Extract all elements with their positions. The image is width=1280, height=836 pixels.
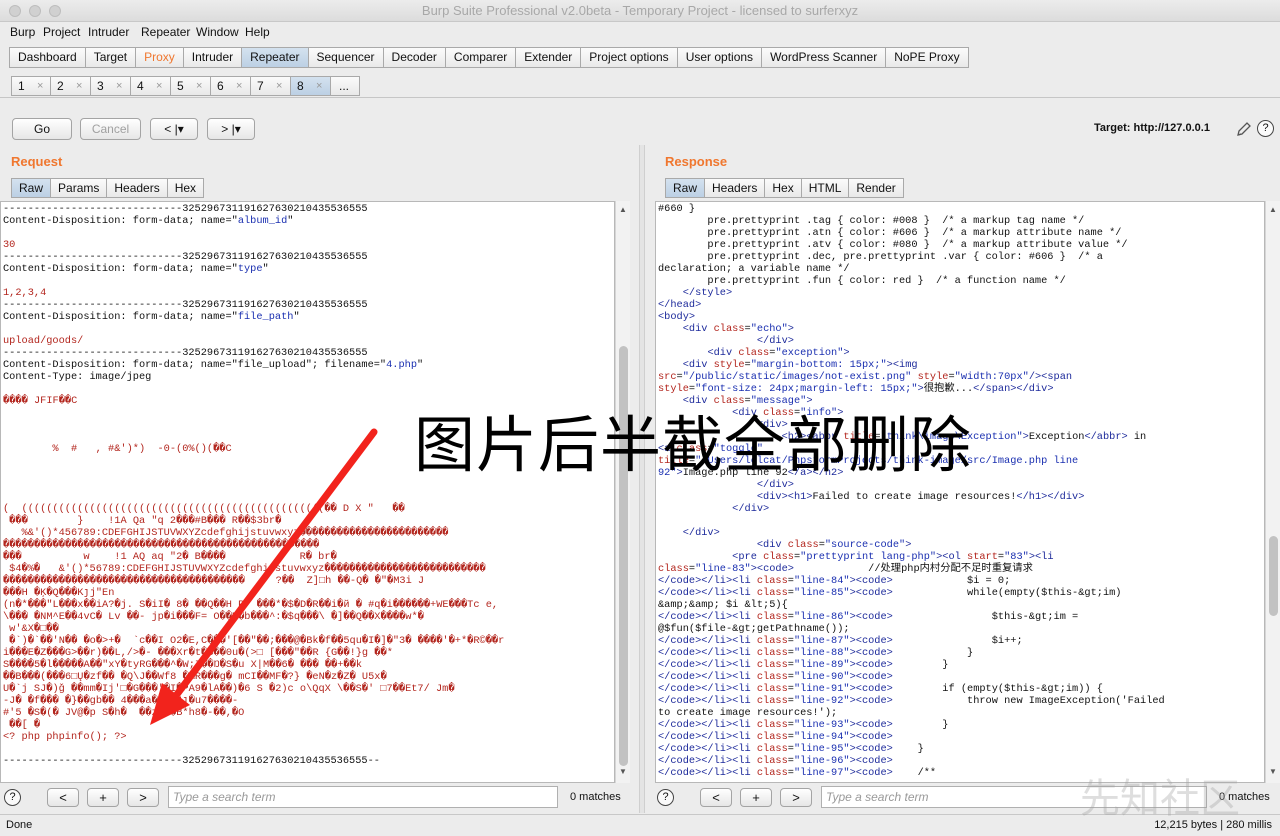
response-scrollbar[interactable]: ▲ ▼ <box>1265 201 1280 783</box>
response-tab-render[interactable]: Render <box>849 178 904 198</box>
close-icon[interactable]: × <box>156 77 162 95</box>
repeater-tab-label: 7 <box>257 79 264 93</box>
burp-window: Burp Suite Professional v2.0beta - Tempo… <box>0 0 1280 836</box>
request-help-icon[interactable]: ? <box>4 789 21 806</box>
status-text: Done <box>6 819 33 831</box>
close-icon[interactable]: × <box>116 77 122 95</box>
tab-decoder[interactable]: Decoder <box>383 47 446 68</box>
separator <box>0 97 1280 98</box>
tab-repeater[interactable]: Repeater <box>242 47 309 68</box>
repeater-tab-label: 4 <box>137 79 144 93</box>
tab-project-options[interactable]: Project options <box>581 47 678 68</box>
tab-user-options[interactable]: User options <box>677 47 763 68</box>
close-icon[interactable]: × <box>236 77 242 95</box>
request-tab-hex[interactable]: Hex <box>167 178 205 198</box>
tab-sequencer[interactable]: Sequencer <box>308 47 384 68</box>
request-editor[interactable]: -----------------------------32529673119… <box>0 201 615 783</box>
request-search-next-button[interactable]: > <box>127 788 159 807</box>
tab-dashboard[interactable]: Dashboard <box>9 47 86 68</box>
tab-wordpress-scanner[interactable]: WordPress Scanner <box>762 47 887 68</box>
help-icon[interactable]: ? <box>1257 120 1274 137</box>
repeater-tab-label: 3 <box>97 79 104 93</box>
close-icon[interactable]: × <box>316 77 322 95</box>
go-button[interactable]: Go <box>12 118 72 140</box>
response-editor[interactable]: #660 } pre.prettyprint .tag { color: #00… <box>655 201 1265 783</box>
response-body: #660 } pre.prettyprint .tag { color: #00… <box>658 203 1165 779</box>
request-matches: 0 matches <box>570 791 621 803</box>
repeater-tab-3[interactable]: 3 × <box>91 76 131 96</box>
scroll-up-icon[interactable]: ▲ <box>619 205 627 214</box>
repeater-tab-label: 5 <box>177 79 184 93</box>
watermark: 先知社区 <box>1080 776 1240 822</box>
repeater-tab-1[interactable]: 1 × <box>11 76 51 96</box>
repeater-tab-2[interactable]: 2 × <box>51 76 91 96</box>
menu-repeater[interactable]: Repeater <box>141 25 190 39</box>
menu-intruder[interactable]: Intruder <box>88 25 129 39</box>
scroll-down-icon[interactable]: ▼ <box>1269 767 1277 776</box>
repeater-tab-label: 1 <box>18 79 25 93</box>
request-tab-raw[interactable]: Raw <box>11 178 52 198</box>
request-search-prev-button[interactable]: < <box>47 788 79 807</box>
tab-nope-proxy[interactable]: NoPE Proxy <box>886 47 969 68</box>
request-tabs: Raw Params Headers Hex <box>11 178 205 199</box>
scroll-thumb[interactable] <box>1269 536 1278 616</box>
menu-project[interactable]: Project <box>43 25 80 39</box>
request-tab-headers[interactable]: Headers <box>107 178 168 198</box>
response-tab-html[interactable]: HTML <box>801 178 850 198</box>
tab-comparer[interactable]: Comparer <box>445 47 517 68</box>
close-icon[interactable]: × <box>76 77 82 95</box>
response-help-icon[interactable]: ? <box>657 789 674 806</box>
menu-window[interactable]: Window <box>196 25 239 39</box>
repeater-tab-label: 8 <box>297 79 304 93</box>
menu-bar: Burp Project Intruder Repeater Window He… <box>0 22 1280 42</box>
repeater-tabs: 1 × 2 × 3 × 4 × 5 × 6 × 7 × 8 × ... <box>11 76 360 97</box>
response-tab-headers[interactable]: Headers <box>705 178 766 198</box>
response-title: Response <box>665 154 728 169</box>
response-search-prev-button[interactable]: < <box>700 788 732 807</box>
request-tab-params[interactable]: Params <box>51 178 108 198</box>
response-tabs: Raw Headers Hex HTML Render <box>665 178 904 199</box>
tab-extender[interactable]: Extender <box>516 47 582 68</box>
request-title: Request <box>11 154 63 169</box>
repeater-tab-8[interactable]: 8 × <box>291 76 331 96</box>
close-icon[interactable]: × <box>37 77 43 95</box>
repeater-tab-label: 2 <box>57 79 64 93</box>
menu-help[interactable]: Help <box>245 25 270 39</box>
repeater-tab-5[interactable]: 5 × <box>171 76 211 96</box>
request-scrollbar[interactable]: ▲ ▼ <box>615 201 630 783</box>
response-search-next-button[interactable]: > <box>780 788 812 807</box>
response-search-add-button[interactable]: + <box>740 788 772 807</box>
tab-proxy[interactable]: Proxy <box>136 47 184 68</box>
tab-target[interactable]: Target <box>85 47 137 68</box>
request-search-input[interactable]: Type a search term <box>168 786 558 808</box>
menu-burp[interactable]: Burp <box>10 25 35 39</box>
repeater-tab-7[interactable]: 7 × <box>251 76 291 96</box>
response-tab-raw[interactable]: Raw <box>665 178 706 198</box>
pencil-icon[interactable] <box>1236 121 1252 137</box>
target-label: Target: http://127.0.0.1 <box>1094 122 1210 134</box>
forward-button[interactable]: > |▾ <box>207 118 255 140</box>
annotation-text: 图片后半截全部删除 <box>414 410 973 481</box>
window-title: Burp Suite Professional v2.0beta - Tempo… <box>421 3 859 18</box>
repeater-tab-more[interactable]: ... <box>331 76 360 96</box>
close-icon[interactable]: × <box>196 77 202 95</box>
main-tabs: Dashboard Target Proxy Intruder Repeater… <box>9 47 969 69</box>
close-icon[interactable]: × <box>276 77 282 95</box>
scroll-up-icon[interactable]: ▲ <box>1269 205 1277 214</box>
cancel-button[interactable]: Cancel <box>80 118 141 140</box>
request-body: -----------------------------32529673119… <box>3 203 505 767</box>
tab-intruder[interactable]: Intruder <box>183 47 243 68</box>
repeater-tab-6[interactable]: 6 × <box>211 76 251 96</box>
repeater-tab-4[interactable]: 4 × <box>131 76 171 96</box>
request-search-add-button[interactable]: + <box>87 788 119 807</box>
scroll-down-icon[interactable]: ▼ <box>619 767 627 776</box>
back-button[interactable]: < |▾ <box>150 118 198 140</box>
response-tab-hex[interactable]: Hex <box>765 178 802 198</box>
title-bar: Burp Suite Professional v2.0beta - Tempo… <box>0 0 1280 22</box>
repeater-tab-label: 6 <box>217 79 224 93</box>
